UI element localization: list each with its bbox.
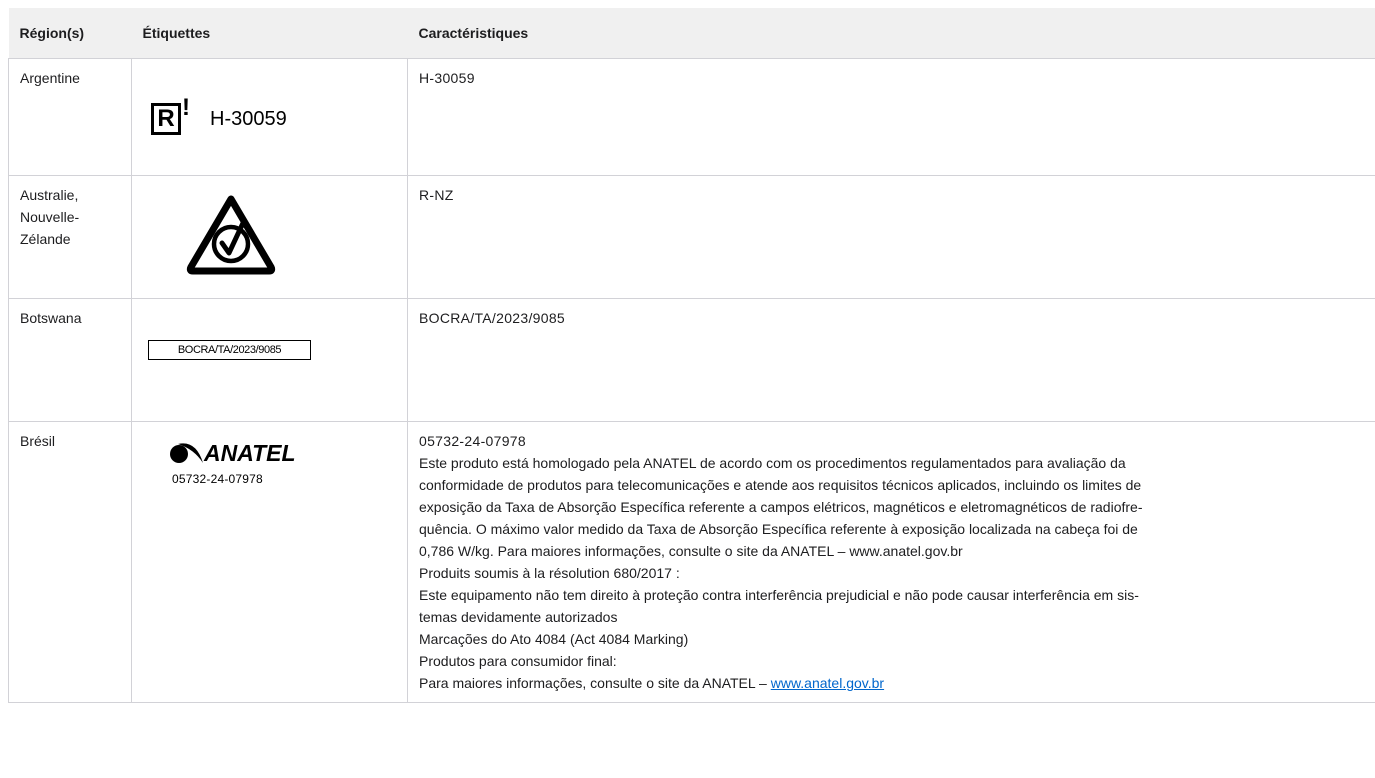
region-cell: Brésil	[8, 421, 132, 703]
table-header-row: Région(s) Étiquettes Caractéristiques	[8, 8, 1375, 59]
anatel-logo-icon	[170, 443, 203, 463]
exclamation-icon: !	[182, 94, 190, 121]
spec-text: quência. O máximo valor medido da Taxa d…	[419, 521, 1138, 537]
anatel-logo-text: ANATEL	[204, 440, 296, 466]
region-name: Argentine	[20, 70, 80, 86]
header-regions: Région(s)	[8, 8, 132, 59]
region-cell: Australie, Nouvelle- Zélande	[8, 175, 132, 299]
spec-text: Para maiores informações, consulte o sit…	[419, 675, 771, 691]
spec-text: Marcações do Ato 4084 (Act 4084 Marking)	[419, 631, 689, 647]
anatel-label: ANATEL 05732-24-07978	[170, 440, 310, 490]
label-cell	[131, 175, 408, 299]
spec-text: exposição da Taxa de Absorção Específica…	[419, 499, 1143, 515]
table-row: Brésil ANATEL 05732-24-07978 05732-24-07…	[8, 421, 1375, 703]
spec-text: 05732-24-07978	[419, 433, 526, 449]
spec-text: R-NZ	[419, 187, 454, 203]
table-row: Argentine R ! H-30059 H-30059	[8, 58, 1375, 176]
regulatory-table: Région(s) Étiquettes Caractéristiques Ar…	[8, 8, 1375, 703]
spec-cell: R-NZ	[407, 175, 1375, 299]
spec-text: temas devidamente autorizados	[419, 609, 618, 625]
region-name: Brésil	[20, 433, 56, 449]
spec-cell: 05732-24-07978 Este produto está homolog…	[407, 421, 1375, 703]
header-labels: Étiquettes	[131, 8, 408, 59]
spec-cell: H-30059	[407, 58, 1375, 176]
botswana-label-box: BOCRA/TA/2023/9085	[148, 340, 311, 360]
spec-text: Este produto está homologado pela ANATEL…	[419, 455, 1126, 471]
region-name-line: Nouvelle-	[20, 209, 80, 225]
spec-text: BOCRA/TA/2023/9085	[419, 310, 565, 326]
registered-r-icon: R	[151, 103, 181, 135]
spec-text: H-30059	[419, 70, 475, 86]
anatel-label-number: 05732-24-07978	[172, 472, 263, 486]
label-cell: ANATEL 05732-24-07978	[131, 421, 408, 703]
argentina-label-number: H-30059	[210, 108, 287, 130]
spec-text-with-link: Para maiores informações, consulte o sit…	[419, 672, 1365, 694]
anatel-logo: ANATEL	[170, 440, 310, 466]
table-row: Botswana BOCRA/TA/2023/9085 BOCRA/TA/202…	[8, 298, 1375, 422]
header-characteristics: Caractéristiques	[407, 8, 1375, 59]
spec-text: Produtos para consumidor final:	[419, 653, 617, 669]
spec-text: conformidade de produtos para telecomuni…	[419, 477, 1142, 493]
region-cell: Argentine	[8, 58, 132, 176]
spec-text: Produits soumis à la résolution 680/2017…	[419, 565, 680, 581]
spec-text: 0,786 W/kg. Para maiores informações, co…	[419, 543, 963, 559]
rcm-compliance-mark-icon	[186, 195, 276, 275]
region-name: Botswana	[20, 310, 82, 326]
spec-cell: BOCRA/TA/2023/9085	[407, 298, 1375, 422]
region-name-line: Australie,	[20, 187, 79, 203]
region-cell: Botswana	[8, 298, 132, 422]
region-name-line: Zélande	[20, 231, 71, 247]
table-row: Australie, Nouvelle- Zélande R-NZ	[8, 175, 1375, 299]
argentina-registration-mark: R ! H-30059	[151, 95, 287, 139]
label-cell: BOCRA/TA/2023/9085	[131, 298, 408, 422]
anatel-website-link[interactable]: www.anatel.gov.br	[771, 675, 884, 691]
label-cell: R ! H-30059	[131, 58, 408, 176]
spec-text: Este equipamento não tem direito à prote…	[419, 587, 1139, 603]
